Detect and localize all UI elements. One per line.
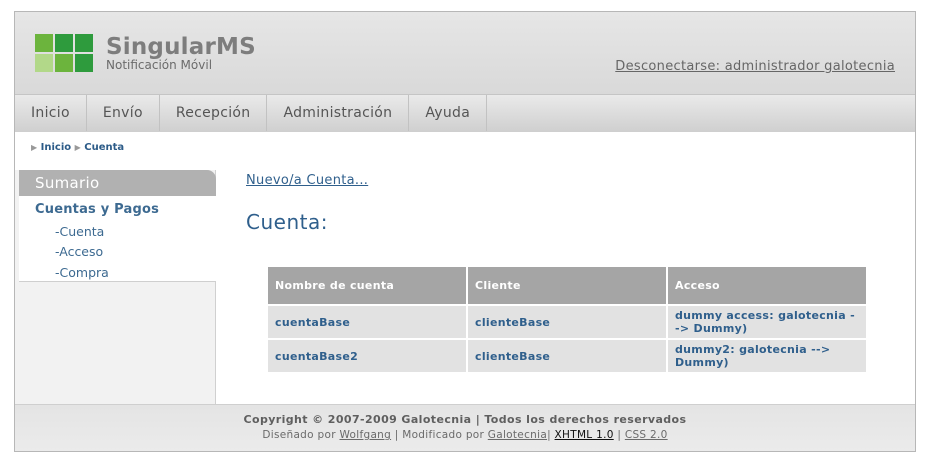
footer-xhtml-link[interactable]: XHTML 1.0	[555, 429, 614, 441]
footer-separator: |	[547, 429, 551, 441]
main-nav: Inicio Envío Recepción Administración Ay…	[15, 94, 915, 132]
footer-credits: Diseñado por Wolfgang | Modificado por G…	[15, 429, 915, 441]
footer-modified-by: Modificado por	[402, 429, 485, 441]
footer-designer-link[interactable]: Wolfgang	[339, 429, 391, 441]
breadcrumb-arrow-icon: ▶	[74, 143, 81, 152]
column-header: Acceso	[668, 267, 866, 304]
nav-item-ayuda[interactable]: Ayuda	[409, 95, 488, 131]
table-cell-client[interactable]: clienteBase	[468, 306, 666, 338]
new-account-link[interactable]: Nuevo/a Cuenta...	[246, 173, 368, 188]
table-row: cuentaBase2 clienteBase dummy2: galotecn…	[268, 340, 866, 372]
footer-copyright: Copyright © 2007-2009 Galotecnia | Todos…	[243, 413, 687, 426]
table-cell-account[interactable]: cuentaBase	[268, 306, 466, 338]
table-cell-client[interactable]: clienteBase	[468, 340, 666, 372]
breadcrumb-item-cuenta[interactable]: Cuenta	[84, 142, 124, 153]
logo-square	[75, 34, 93, 52]
breadcrumb-arrow-icon: ▶	[31, 143, 38, 152]
footer-designed-by: Diseñado por	[262, 429, 336, 441]
nav-item-recepcion[interactable]: Recepción	[160, 95, 268, 131]
page-title: Cuenta:	[246, 210, 328, 234]
column-header: Cliente	[468, 267, 666, 304]
nav-item-envio[interactable]: Envío	[87, 95, 160, 131]
footer-modifier-link[interactable]: Galotecnia	[488, 429, 547, 441]
app-title: SingularMS	[106, 34, 256, 60]
footer-separator: |	[617, 429, 622, 441]
footer: Copyright © 2007-2009 Galotecnia | Todos…	[15, 404, 915, 451]
sidebar-item-compra[interactable]: -Compra	[55, 265, 109, 280]
nav-item-inicio[interactable]: Inicio	[15, 95, 87, 131]
header: SingularMS Notificación Móvil Desconecta…	[15, 12, 915, 94]
footer-separator: |	[394, 429, 399, 441]
app-logo	[35, 34, 95, 74]
content-area: ▶ Inicio ▶ Cuenta Sumario Cuentas y Pago…	[15, 132, 915, 404]
table-header-row: Nombre de cuenta Cliente Acceso	[268, 267, 866, 304]
sidebar-section-title[interactable]: Cuentas y Pagos	[35, 202, 159, 217]
logo-square	[35, 34, 53, 52]
page-frame: SingularMS Notificación Móvil Desconecta…	[14, 11, 916, 452]
table-row: cuentaBase clienteBase dummy access: gal…	[268, 306, 866, 338]
logo-square	[35, 54, 53, 72]
logo-square	[55, 34, 73, 52]
logo-square	[75, 54, 93, 72]
logout-link[interactable]: Desconectarse: administrador galotecnia	[615, 59, 895, 74]
sidebar-item-acceso[interactable]: -Acceso	[55, 244, 103, 259]
breadcrumb-item-inicio[interactable]: Inicio	[41, 142, 72, 153]
nav-item-administracion[interactable]: Administración	[267, 95, 410, 131]
app-subtitle: Notificación Móvil	[106, 58, 213, 72]
accounts-table: Nombre de cuenta Cliente Acceso cuentaBa…	[266, 265, 868, 374]
sidebar: Sumario Cuentas y Pagos -Cuenta -Acceso …	[15, 170, 216, 404]
sidebar-item-cuenta[interactable]: -Cuenta	[55, 224, 104, 239]
sidebar-heading: Sumario	[19, 170, 216, 196]
breadcrumb: ▶ Inicio ▶ Cuenta	[31, 142, 124, 153]
table-cell-access[interactable]: dummy2: galotecnia --> Dummy)	[668, 340, 866, 372]
footer-css-link[interactable]: CSS 2.0	[625, 429, 668, 441]
sidebar-menu: Cuentas y Pagos -Cuenta -Acceso -Compra	[19, 196, 216, 282]
table-cell-access[interactable]: dummy access: galotecnia --> Dummy)	[668, 306, 866, 338]
logo-square	[55, 54, 73, 72]
table-cell-account[interactable]: cuentaBase2	[268, 340, 466, 372]
column-header: Nombre de cuenta	[268, 267, 466, 304]
